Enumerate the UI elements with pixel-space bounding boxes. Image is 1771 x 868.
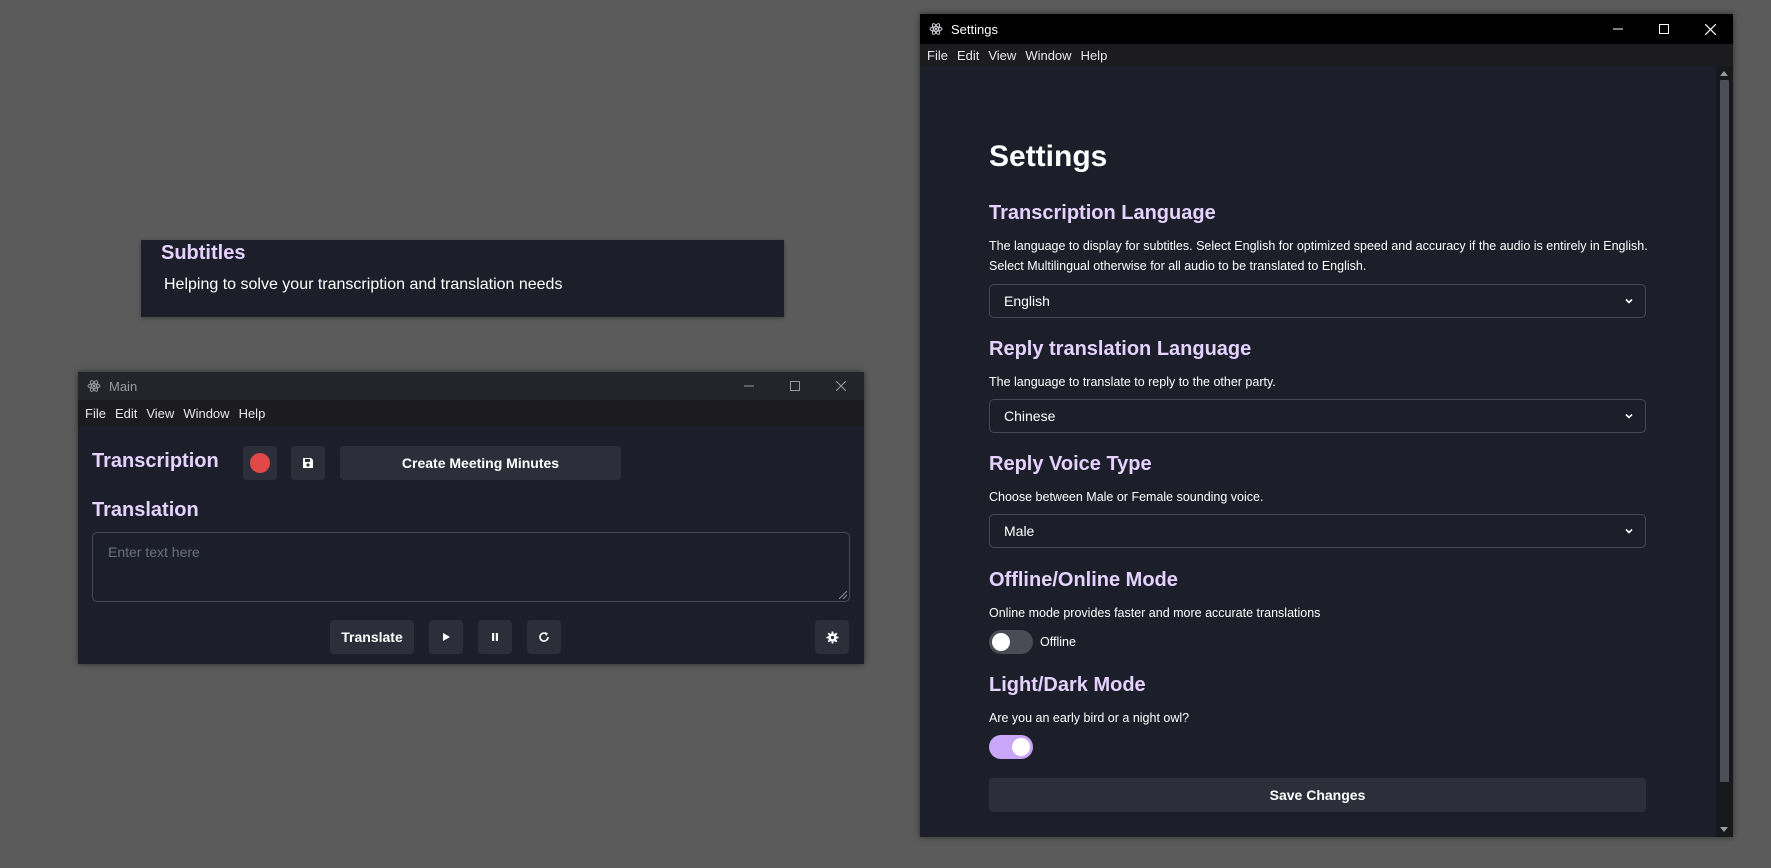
reply-language-heading: Reply translation Language [989, 338, 1252, 360]
translation-heading: Translation [92, 499, 199, 521]
settings-button[interactable] [815, 620, 849, 654]
minimize-button[interactable] [726, 372, 772, 400]
menu-file[interactable]: File [85, 406, 106, 421]
save-changes-button[interactable]: Save Changes [989, 778, 1646, 812]
transcription-language-select[interactable]: English [989, 284, 1646, 318]
close-button[interactable] [1687, 14, 1733, 44]
main-window: Main File Edit View Window Help Transcri… [78, 372, 864, 664]
subtitles-text: Helping to solve your transcription and … [164, 276, 563, 293]
settings-window-title: Settings [951, 21, 998, 37]
refresh-icon [539, 632, 549, 642]
minimize-icon [744, 385, 754, 387]
maximize-button[interactable] [772, 372, 818, 400]
translation-input-placeholder: Enter text here [108, 544, 200, 560]
menu-edit[interactable]: Edit [957, 48, 979, 63]
gear-icon [825, 630, 839, 644]
voice-type-heading: Reply Voice Type [989, 453, 1152, 475]
play-icon [443, 633, 450, 641]
online-mode-state-label: Offline [1040, 635, 1076, 649]
scroll-down-icon[interactable] [1720, 827, 1728, 832]
reply-language-value: Chinese [1004, 408, 1056, 424]
minimize-icon [1613, 28, 1623, 30]
chevron-down-icon [1625, 413, 1633, 419]
online-mode-toggle[interactable] [989, 630, 1033, 654]
close-button[interactable] [818, 372, 864, 400]
main-content: Transcription Create Meeting Minutes Tra… [78, 426, 864, 664]
page-title: Settings [989, 140, 1108, 173]
online-mode-heading: Offline/Online Mode [989, 569, 1178, 591]
transcription-heading: Transcription [92, 450, 219, 472]
menu-window[interactable]: Window [1025, 48, 1071, 63]
resize-handle-icon[interactable] [839, 591, 847, 599]
toggle-knob [992, 633, 1010, 651]
online-mode-description: Online mode provides faster and more acc… [989, 606, 1321, 620]
menu-view[interactable]: View [146, 406, 174, 421]
minimize-button[interactable] [1595, 14, 1641, 44]
maximize-button[interactable] [1641, 14, 1687, 44]
create-meeting-minutes-button[interactable]: Create Meeting Minutes [340, 446, 621, 480]
refresh-button[interactable] [527, 620, 561, 654]
close-icon [1704, 23, 1716, 35]
play-button[interactable] [429, 620, 463, 654]
record-button[interactable] [243, 446, 277, 480]
scroll-up-icon[interactable] [1720, 71, 1728, 76]
subtitles-overlay: Subtitles Helping to solve your transcri… [141, 240, 784, 317]
transcription-language-description-2: Select Multilingual otherwise for all au… [989, 259, 1367, 273]
save-icon [303, 458, 313, 468]
main-menubar: File Edit View Window Help [78, 400, 864, 426]
electron-app-icon [929, 22, 943, 36]
main-titlebar[interactable]: Main [78, 372, 864, 400]
save-transcript-button[interactable] [291, 446, 325, 480]
electron-app-icon [87, 379, 101, 393]
dark-mode-heading: Light/Dark Mode [989, 674, 1146, 696]
settings-menubar: File Edit View Window Help [920, 44, 1733, 66]
settings-window: Settings File Edit View Window Help Sett… [920, 14, 1733, 837]
voice-type-select[interactable]: Male [989, 514, 1646, 548]
subtitles-title: Subtitles [161, 242, 246, 264]
menu-view[interactable]: View [988, 48, 1016, 63]
close-icon [836, 381, 846, 391]
voice-type-value: Male [1004, 523, 1035, 539]
translation-input[interactable]: Enter text here [92, 532, 850, 602]
voice-type-description: Choose between Male or Female sounding v… [989, 490, 1264, 504]
chevron-down-icon [1625, 528, 1633, 534]
menu-window[interactable]: Window [183, 406, 229, 421]
chevron-down-icon [1625, 298, 1633, 304]
reply-language-select[interactable]: Chinese [989, 399, 1646, 433]
settings-content: Settings Transcription Language The lang… [920, 66, 1733, 837]
maximize-icon [1659, 24, 1669, 34]
pause-button[interactable] [478, 620, 512, 654]
transcription-language-value: English [1004, 293, 1050, 309]
maximize-icon [790, 381, 800, 391]
menu-help[interactable]: Help [1081, 48, 1108, 63]
menu-help[interactable]: Help [239, 406, 266, 421]
pause-icon [492, 633, 498, 641]
settings-titlebar[interactable]: Settings [920, 14, 1733, 44]
transcription-language-description-1: The language to display for subtitles. S… [989, 239, 1648, 253]
reply-language-description: The language to translate to reply to th… [989, 375, 1276, 389]
toggle-knob [1012, 738, 1030, 756]
translate-button[interactable]: Translate [330, 620, 414, 654]
scrollbar-thumb[interactable] [1720, 80, 1729, 782]
transcription-language-heading: Transcription Language [989, 202, 1216, 224]
menu-edit[interactable]: Edit [115, 406, 137, 421]
main-window-title: Main [109, 378, 138, 394]
dark-mode-toggle[interactable] [989, 735, 1033, 759]
dark-mode-description: Are you an early bird or a night owl? [989, 711, 1190, 725]
menu-file[interactable]: File [927, 48, 948, 63]
settings-scrollbar[interactable] [1716, 66, 1733, 837]
record-icon [250, 453, 270, 473]
